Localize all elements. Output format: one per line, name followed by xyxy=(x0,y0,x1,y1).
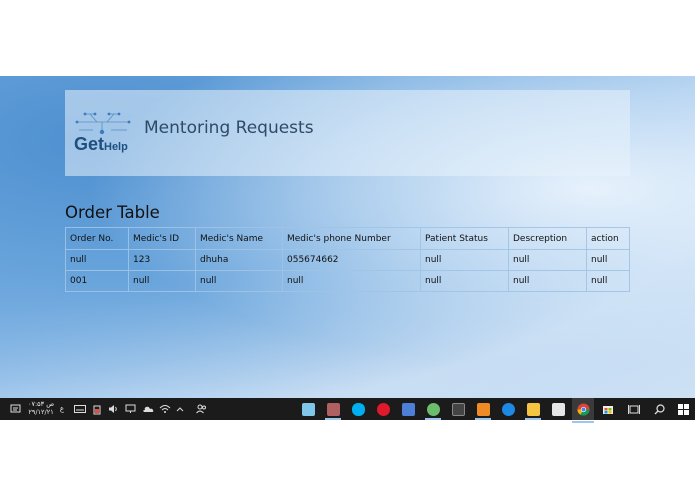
cell-action[interactable]: null xyxy=(586,249,630,271)
cell-order-no: null xyxy=(65,249,129,271)
cell-medic-phone: null xyxy=(282,270,421,292)
task-view-icon[interactable] xyxy=(626,401,642,417)
media-player-icon[interactable] xyxy=(325,401,341,420)
cell-action[interactable]: null xyxy=(586,270,630,292)
cell-patient-status: null xyxy=(420,249,509,271)
page-title: Mentoring Requests xyxy=(144,118,314,138)
column-header-medic-phone: Medic's phone Number xyxy=(282,227,421,250)
windows-taskbar: ۰۷:۵۳ ص ۲۹/۱۲/۲۱ ع xyxy=(0,398,695,423)
notification-icon[interactable] xyxy=(8,401,22,417)
cell-medic-id: null xyxy=(128,270,196,292)
logo-network-icon: Get Help xyxy=(74,112,131,154)
store-icon[interactable] xyxy=(550,401,566,417)
chrome-icon[interactable] xyxy=(572,398,594,423)
gethelp-logo: Get Help xyxy=(73,110,133,154)
android-studio-icon[interactable] xyxy=(425,401,441,420)
sublime-icon[interactable] xyxy=(475,401,491,420)
order-table: Order No. Medic's ID Medic's Name Medic'… xyxy=(65,227,630,292)
svg-text:Get: Get xyxy=(74,134,104,154)
table-title: Order Table xyxy=(65,203,160,222)
column-header-description: Descreption xyxy=(508,227,587,250)
table-row: 001 null null null null null null xyxy=(65,270,630,292)
cell-medic-id: 123 xyxy=(128,249,196,271)
search-icon[interactable] xyxy=(651,401,667,417)
desktop-browser-viewport: Get Help Mentoring Requests Order Table … xyxy=(0,76,695,398)
column-header-action: action xyxy=(586,227,630,250)
cell-order-no: 001 xyxy=(65,270,129,292)
file-explorer-icon[interactable] xyxy=(525,401,541,420)
chevron-up-icon[interactable] xyxy=(175,401,185,417)
input-language-indicator[interactable]: ع xyxy=(58,401,66,417)
cell-medic-name: dhuha xyxy=(195,249,283,271)
skype-icon[interactable] xyxy=(350,401,366,417)
opera-icon[interactable] xyxy=(375,401,391,417)
edge-icon[interactable] xyxy=(500,401,516,417)
app-icon[interactable] xyxy=(300,401,316,417)
display-icon[interactable] xyxy=(124,401,136,417)
cell-medic-phone: 055674662 xyxy=(282,249,421,271)
terminal-icon[interactable] xyxy=(450,401,466,417)
column-header-medic-id: Medic's ID xyxy=(128,227,196,250)
taskbar-clock[interactable]: ۰۷:۵۳ ص ۲۹/۱۲/۲۱ xyxy=(28,400,54,416)
column-header-patient-status: Patient Status xyxy=(420,227,509,250)
paint-icon[interactable] xyxy=(400,401,416,417)
table-row: null 123 dhuha 055674662 null null null xyxy=(65,249,630,271)
cell-description: null xyxy=(508,249,587,271)
svg-text:Help: Help xyxy=(104,141,128,153)
cell-patient-status: null xyxy=(420,270,509,292)
store-bag-icon[interactable] xyxy=(600,401,616,417)
onedrive-icon[interactable] xyxy=(141,401,154,417)
cell-medic-name: null xyxy=(195,270,283,292)
power-icon[interactable] xyxy=(92,401,102,417)
network-icon[interactable] xyxy=(158,401,171,417)
column-header-order-no: Order No. xyxy=(65,227,129,250)
volume-icon[interactable] xyxy=(107,401,119,417)
people-icon[interactable] xyxy=(195,401,207,417)
header-panel: Get Help Mentoring Requests xyxy=(65,90,630,176)
windows-start-icon[interactable] xyxy=(676,401,690,417)
keyboard-icon[interactable] xyxy=(73,401,87,417)
table-header-row: Order No. Medic's ID Medic's Name Medic'… xyxy=(65,227,630,250)
activate-windows-watermark xyxy=(35,360,86,382)
column-header-medic-name: Medic's Name xyxy=(195,227,283,250)
cell-description: null xyxy=(508,270,587,292)
